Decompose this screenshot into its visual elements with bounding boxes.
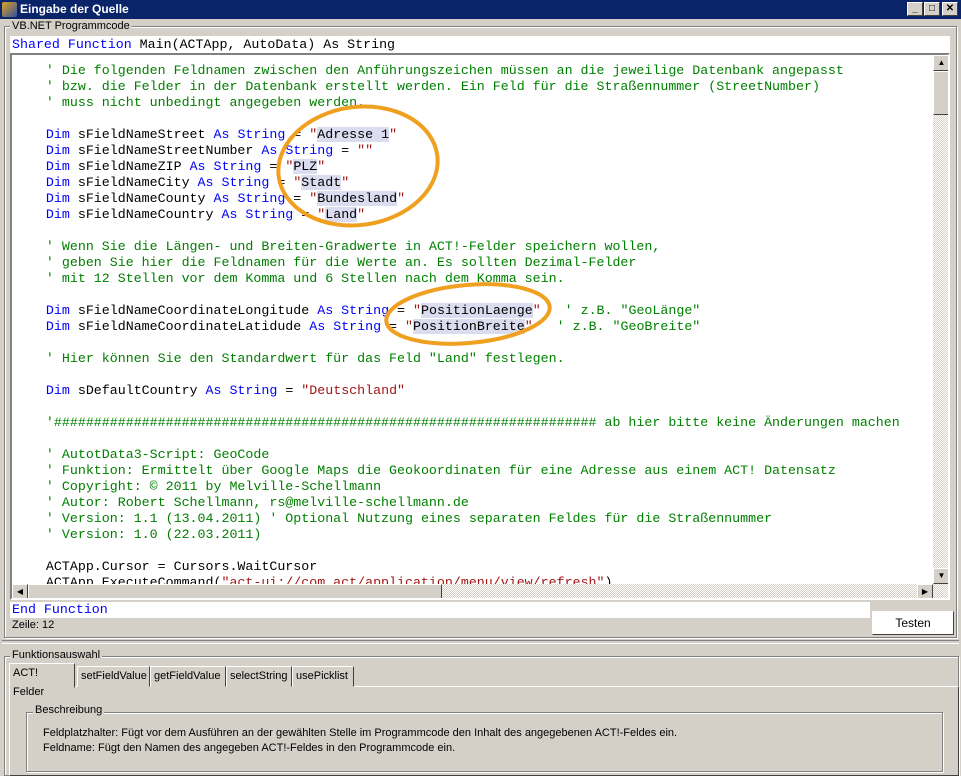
description-line-1: Feldplatzhalter: Fügt vor dem Ausführen … (43, 727, 678, 739)
description-line-2: Feldname: Fügt den Namen des angegeben A… (43, 742, 456, 754)
tab-act-felder[interactable]: ACT! Felder (9, 663, 75, 698)
annotation-ellipse-coordinates (384, 282, 552, 346)
annotation-ellipse-fields (276, 104, 440, 228)
function-group-label: Funktionsauswahl (10, 649, 103, 661)
tab-selectstring[interactable]: selectString (226, 666, 292, 687)
function-footer: End Function (10, 602, 870, 618)
tab-usepicklist[interactable]: usePicklist (292, 666, 354, 687)
keyword: End Function (12, 602, 108, 617)
description-label: Beschreibung (33, 704, 105, 716)
splitter[interactable] (2, 640, 959, 644)
tab-setfieldvalue[interactable]: setFieldValue (77, 666, 150, 687)
tab-getfieldvalue[interactable]: getFieldValue (150, 666, 226, 687)
line-status: Zeile: 12 (12, 619, 55, 631)
annotation-overlay (276, 104, 552, 346)
test-button[interactable]: Testen (872, 611, 954, 635)
